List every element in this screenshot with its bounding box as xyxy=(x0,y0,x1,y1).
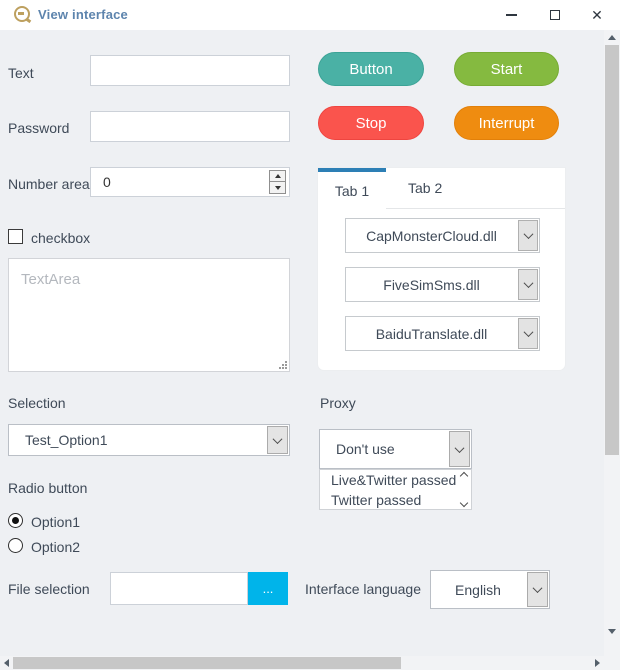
password-field-label: Password xyxy=(8,120,69,136)
chevron-down-icon xyxy=(523,327,533,337)
maximize-icon xyxy=(550,10,560,20)
close-button[interactable]: ✕ xyxy=(580,0,614,30)
scroll-up-icon xyxy=(608,35,616,40)
dll-dropdown-3-value: BaiduTranslate.dll xyxy=(346,317,517,350)
app-window: View interface ✕ Text Password Number ar… xyxy=(0,0,620,670)
spin-up-icon xyxy=(275,174,281,178)
dll-dropdown-2-value: FiveSimSms.dll xyxy=(346,268,517,301)
browse-button[interactable]: ... xyxy=(248,572,288,605)
language-value: English xyxy=(431,571,525,608)
scroll-left-icon xyxy=(4,659,9,667)
selection-value: Test_Option1 xyxy=(9,425,265,455)
radio-option2[interactable] xyxy=(8,538,23,553)
spinner-buttons xyxy=(269,170,286,194)
scroll-left-button[interactable] xyxy=(0,656,13,670)
radio-option1[interactable] xyxy=(8,513,23,528)
language-dropdown-button[interactable] xyxy=(527,572,548,607)
tab-1[interactable]: Tab 1 xyxy=(318,168,386,210)
vertical-scrollbar[interactable] xyxy=(604,30,620,656)
selection-label: Selection xyxy=(8,395,66,411)
maximize-button[interactable] xyxy=(538,0,572,30)
dll-dropdown-1-button[interactable] xyxy=(518,220,538,251)
scroll-up-button[interactable] xyxy=(604,30,620,45)
spin-down-button[interactable] xyxy=(270,182,285,193)
dll-dropdown-3-button[interactable] xyxy=(518,318,538,349)
chevron-down-icon xyxy=(523,229,533,239)
selection-dropdown-button[interactable] xyxy=(267,426,288,454)
file-path-input[interactable] xyxy=(110,572,248,605)
proxy-dropdown-button[interactable] xyxy=(449,431,470,467)
language-dropdown[interactable]: English xyxy=(430,570,550,609)
interrupt-button[interactable]: Interrupt xyxy=(454,106,559,140)
dll-dropdown-1[interactable]: CapMonsterCloud.dll xyxy=(345,218,540,253)
button-generic[interactable]: Button xyxy=(318,52,424,86)
radio-option2-label: Option2 xyxy=(31,539,80,555)
close-icon: ✕ xyxy=(591,7,603,24)
horizontal-scrollbar[interactable] xyxy=(0,656,604,670)
dll-dropdown-1-value: CapMonsterCloud.dll xyxy=(346,219,517,252)
spin-up-button[interactable] xyxy=(270,171,285,182)
chevron-down-icon xyxy=(455,443,465,453)
scroll-right-button[interactable] xyxy=(591,656,604,670)
text-input[interactable] xyxy=(90,55,290,86)
text-field-label: Text xyxy=(8,65,34,81)
proxy-list-scrollbar[interactable] xyxy=(456,470,471,509)
window-title: View interface xyxy=(38,7,128,22)
number-input[interactable] xyxy=(91,168,261,196)
checkbox-label: checkbox xyxy=(31,230,90,246)
horizontal-scrollbar-thumb[interactable] xyxy=(13,657,401,669)
scroll-down-icon xyxy=(608,629,616,634)
proxy-value: Don't use xyxy=(320,430,447,468)
textarea-input[interactable] xyxy=(8,258,290,372)
dll-dropdown-3[interactable]: BaiduTranslate.dll xyxy=(345,316,540,351)
app-logo-icon xyxy=(14,6,30,22)
selection-dropdown[interactable]: Test_Option1 xyxy=(8,424,290,456)
number-field-label: Number area xyxy=(8,176,90,192)
proxy-list-item[interactable]: Twitter passed xyxy=(320,490,471,510)
minimize-icon xyxy=(506,14,517,16)
proxy-list[interactable]: Live&Twitter passed Twitter passed xyxy=(319,469,472,510)
chevron-down-icon xyxy=(533,583,543,593)
proxy-list-item[interactable]: Live&Twitter passed xyxy=(320,470,471,490)
vertical-scrollbar-thumb[interactable] xyxy=(605,45,619,455)
minimize-button[interactable] xyxy=(494,0,528,30)
password-input[interactable] xyxy=(90,111,290,142)
scroll-right-icon xyxy=(595,659,600,667)
title-bar: View interface ✕ xyxy=(0,0,620,30)
chevron-down-icon xyxy=(273,434,283,444)
stop-button[interactable]: Stop xyxy=(318,106,424,140)
scrollbar-corner xyxy=(604,656,620,670)
dll-dropdown-2-button[interactable] xyxy=(518,269,538,300)
checkbox-input[interactable] xyxy=(8,229,23,244)
language-label: Interface language xyxy=(305,581,421,597)
start-button[interactable]: Start xyxy=(454,52,559,86)
file-selection-label: File selection xyxy=(8,581,90,597)
scroll-down-button[interactable] xyxy=(604,624,620,639)
proxy-label: Proxy xyxy=(320,395,356,411)
radio-option1-label: Option1 xyxy=(31,514,80,530)
radio-group-label: Radio button xyxy=(8,480,87,496)
tab-2[interactable]: Tab 2 xyxy=(386,168,565,209)
dll-dropdown-2[interactable]: FiveSimSms.dll xyxy=(345,267,540,302)
chevron-down-icon xyxy=(523,278,533,288)
scroll-down-icon[interactable] xyxy=(459,499,467,507)
proxy-dropdown[interactable]: Don't use xyxy=(319,429,472,469)
resize-grip-icon[interactable] xyxy=(279,361,287,369)
scroll-up-icon[interactable] xyxy=(459,472,467,480)
number-stepper xyxy=(90,167,290,197)
spin-down-icon xyxy=(275,186,281,190)
